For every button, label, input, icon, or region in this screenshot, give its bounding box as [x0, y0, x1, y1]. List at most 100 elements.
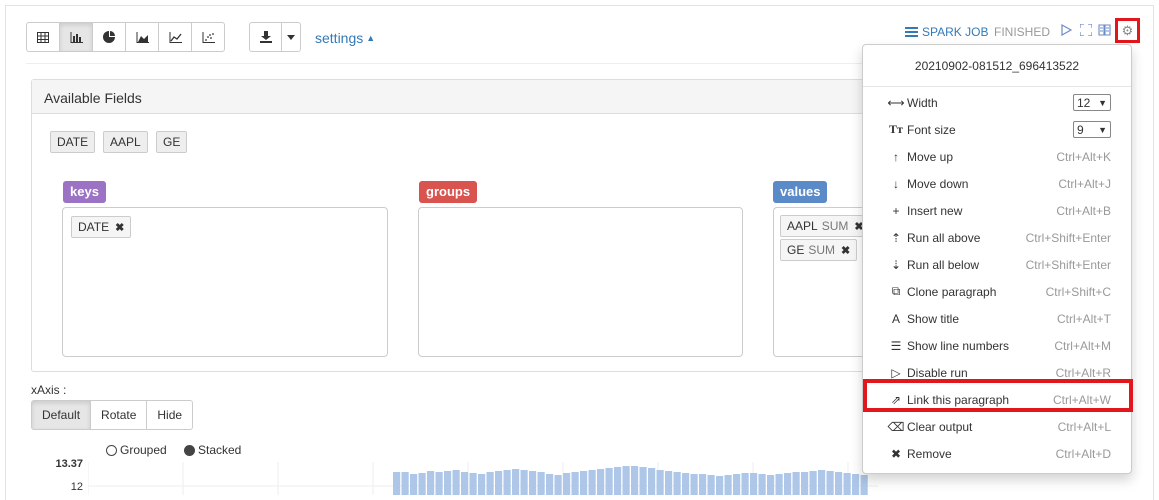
download-icon [259, 31, 272, 43]
paragraph-settings-button[interactable]: ⚙ [1115, 18, 1140, 43]
pie-chart-view-button[interactable] [92, 22, 126, 52]
font-size-select[interactable]: 9 ▼ [1073, 121, 1111, 138]
chart-bar [393, 472, 401, 495]
menu-item-shortcut: Ctrl+Alt+M [1054, 338, 1111, 353]
expand-icon[interactable] [1079, 23, 1093, 39]
arrow-down-circle-icon: ↓ [893, 176, 899, 191]
menu-item-shortcut: Ctrl+Shift+Enter [1025, 230, 1111, 245]
chip-agg[interactable]: SUM [822, 219, 849, 233]
chart-bar [775, 474, 783, 495]
field-date[interactable]: DATE [50, 131, 96, 153]
width-icon: ⟷ [887, 95, 905, 110]
area-chart-view-button[interactable] [125, 22, 159, 52]
groups-label: groups [419, 181, 478, 203]
menu-item-label: Run all below [907, 257, 980, 272]
remove-icon[interactable]: ✖ [115, 222, 124, 234]
chart-bar [784, 473, 792, 495]
menu-item-clear-output[interactable]: ⌫ Clear output Ctrl+Alt+L [863, 413, 1131, 440]
xaxis-hide-button[interactable]: Hide [146, 400, 194, 430]
chip-label: DATE [78, 220, 110, 234]
chart-bar [410, 474, 418, 495]
menu-item-shortcut: Ctrl+Alt+J [1058, 176, 1111, 191]
xaxis-default-button[interactable]: Default [31, 400, 92, 430]
menu-item-show-line-numbers[interactable]: ☰ Show line numbers Ctrl+Alt+M [863, 332, 1131, 359]
values-dropzone[interactable]: AAPL SUM ✖ GE SUM ✖ [773, 207, 873, 357]
spark-job-link[interactable]: SPARK JOB [905, 25, 988, 39]
chip-agg[interactable]: SUM [808, 243, 835, 257]
menu-item-label: Remove [907, 446, 952, 461]
menu-item-clone-paragraph[interactable]: ⧉ Clone paragraph Ctrl+Shift+C [863, 278, 1131, 305]
settings-toggle[interactable]: settings ▲ [315, 30, 375, 46]
menu-item-move-down[interactable]: ↓ Move down Ctrl+Alt+J [863, 170, 1131, 197]
remove-icon[interactable]: ✖ [841, 245, 850, 257]
width-select[interactable]: 12 ▼ [1073, 94, 1111, 111]
chart-bar [631, 466, 639, 495]
gear-icon: ⚙ [1121, 22, 1134, 38]
chart-bar [554, 475, 562, 495]
menu-item-label: Move down [907, 176, 969, 191]
y-tick-max: 13.37 [55, 458, 83, 470]
grouped-radio[interactable]: Grouped [106, 443, 167, 457]
run-below-icon: ⇣ [890, 257, 902, 272]
menu-item-label: Clone paragraph [907, 284, 997, 299]
menu-item-shortcut: Ctrl+Alt+B [1056, 203, 1111, 218]
xaxis-rotate-button[interactable]: Rotate [90, 400, 148, 430]
paragraph-id: 20210902-081512_696413522 [863, 45, 1131, 87]
caret-up-icon: ▲ [366, 33, 376, 43]
menu-item-run-all-below[interactable]: ⇣ Run all below Ctrl+Shift+Enter [863, 251, 1131, 278]
key-chip-date[interactable]: DATE ✖ [71, 216, 132, 238]
chart-bar [665, 471, 673, 495]
stacked-radio[interactable]: Stacked [184, 443, 241, 457]
chart-bar [469, 473, 477, 495]
menu-item-shortcut: Ctrl+Alt+D [1055, 446, 1111, 461]
bar-chart [88, 462, 878, 495]
chip-label: GE [787, 243, 805, 257]
chart-bar [682, 473, 690, 495]
menu-item-insert-new[interactable]: + Insert new Ctrl+Alt+B [863, 197, 1131, 224]
run-above-icon: ⇡ [890, 230, 902, 245]
xaxis-label: xAxis : [31, 383, 67, 397]
download-button[interactable] [249, 22, 282, 52]
scatter-chart-view-button[interactable] [191, 22, 225, 52]
groups-dropzone[interactable] [418, 207, 743, 357]
menu-item-shortcut: Ctrl+Alt+L [1057, 419, 1111, 434]
menu-item-remove[interactable]: ✖ Remove Ctrl+Alt+D [863, 440, 1131, 467]
scatter-chart-icon [202, 31, 215, 43]
table-view-button[interactable] [26, 22, 60, 52]
settings-label: settings [315, 30, 364, 46]
field-ge[interactable]: GE [156, 131, 188, 153]
menu-item-run-all-above[interactable]: ⇡ Run all above Ctrl+Shift+Enter [863, 224, 1131, 251]
run-icon[interactable] [1061, 23, 1073, 39]
chart-bar [435, 472, 443, 495]
arrow-up-circle-icon: ↑ [893, 149, 899, 164]
keys-dropzone[interactable]: DATE ✖ [62, 207, 388, 357]
bar-chart-view-button[interactable] [59, 22, 93, 52]
book-icon[interactable] [1098, 24, 1111, 39]
line-chart-view-button[interactable] [158, 22, 192, 52]
chart-bar [588, 470, 596, 495]
list-icon: ☰ [890, 338, 902, 353]
field-aapl[interactable]: AAPL [103, 131, 148, 153]
font-icon: A [891, 311, 900, 326]
value-chip-ge[interactable]: GE SUM ✖ [780, 239, 858, 261]
copy-icon: ⧉ [891, 284, 901, 298]
menu-item-show-title[interactable]: A Show title Ctrl+Alt+T [863, 305, 1131, 332]
chart-bar [478, 474, 486, 495]
chart-bar [758, 474, 766, 495]
values-label: values [773, 181, 828, 203]
value-chip-aapl[interactable]: AAPL SUM ✖ [780, 215, 871, 237]
chart-bar [809, 471, 817, 495]
menu-item-label: Clear output [907, 419, 973, 434]
chart-bar [495, 471, 503, 495]
menu-item-shortcut: Ctrl+Shift+C [1045, 284, 1111, 299]
menu-item-label: Show title [907, 311, 960, 326]
menu-item-move-up[interactable]: ↑ Move up Ctrl+Alt+K [863, 143, 1131, 170]
chart-bar [401, 472, 409, 495]
chart-bar [716, 476, 724, 495]
download-dropdown-button[interactable] [281, 22, 301, 52]
chart-bar [648, 468, 656, 495]
caret-down-icon [287, 34, 295, 40]
radio-empty-icon [106, 444, 117, 456]
grouped-label: Grouped [120, 443, 167, 457]
chart-bar [639, 467, 647, 495]
